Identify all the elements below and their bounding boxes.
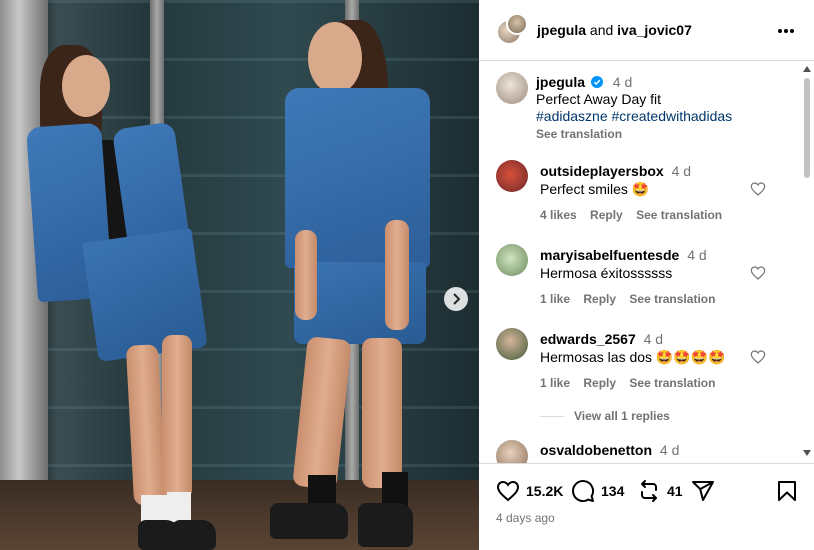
repost-count[interactable]: 41	[667, 483, 683, 499]
share-icon	[692, 481, 714, 501]
avatar[interactable]	[496, 244, 528, 276]
comment-text: Hermosa éxitossssss	[540, 265, 673, 281]
post-details-panel: jpegula and iva_jovic07 jpegula 4 d Perf…	[479, 0, 814, 550]
like-count[interactable]: 15.2K	[526, 483, 563, 499]
scroll-down-icon[interactable]	[803, 450, 811, 456]
avatar[interactable]	[496, 160, 528, 192]
caption-time[interactable]: 4 d	[613, 74, 632, 90]
caption-hashtags[interactable]: #adidaszne #createdwithadidas	[536, 108, 796, 125]
author-joiner: and	[589, 22, 614, 38]
next-image-button[interactable]	[444, 287, 468, 311]
comment-time[interactable]: 4 d	[660, 442, 679, 458]
view-replies-label: View all 1 replies	[574, 409, 670, 423]
post-date[interactable]: 4 days ago	[496, 511, 555, 525]
comment-text: Perfect smiles 🤩	[540, 181, 650, 197]
comment-time[interactable]: 4 d	[644, 331, 663, 347]
comments-scrollbar[interactable]	[802, 62, 812, 462]
comment-button[interactable]: 134	[571, 479, 624, 503]
comment-likes[interactable]: 1 like	[540, 292, 570, 306]
avatar[interactable]	[506, 13, 528, 35]
author-primary[interactable]: jpegula	[537, 22, 586, 38]
comment-username[interactable]: outsideplayersbox	[540, 163, 664, 179]
chevron-right-icon	[453, 293, 461, 305]
comment-username[interactable]: maryisabelfuentesde	[540, 247, 679, 263]
avatar[interactable]	[496, 328, 528, 360]
caption-username[interactable]: jpegula	[536, 74, 585, 90]
comment-likes[interactable]: 1 like	[540, 376, 570, 390]
verified-badge-icon	[590, 76, 603, 88]
post-authors: jpegula and iva_jovic07	[537, 22, 692, 38]
divider	[540, 415, 564, 417]
comment-count[interactable]: 134	[601, 483, 624, 499]
scroll-up-icon[interactable]	[803, 66, 811, 72]
avatar[interactable]	[496, 72, 528, 104]
repost-icon	[641, 480, 657, 502]
repost-button[interactable]: 41	[637, 479, 683, 503]
heart-icon[interactable]	[750, 265, 766, 281]
save-icon	[778, 481, 796, 501]
post-header: jpegula and iva_jovic07	[479, 0, 814, 61]
avatar[interactable]	[496, 440, 528, 463]
reply-button[interactable]: Reply	[583, 292, 616, 306]
person-right	[0, 0, 479, 550]
see-translation-link[interactable]: See translation	[629, 376, 715, 390]
author-secondary[interactable]: iva_jovic07	[617, 22, 692, 38]
reply-button[interactable]: Reply	[583, 376, 616, 390]
caption-text: Perfect Away Day fit	[536, 91, 662, 107]
share-button[interactable]	[691, 479, 715, 503]
comment-time[interactable]: 4 d	[672, 163, 691, 179]
scrollbar-thumb[interactable]	[804, 78, 810, 178]
see-translation-link[interactable]: See translation	[636, 208, 722, 222]
comment-icon	[572, 480, 595, 503]
comment-username[interactable]: edwards_2567	[540, 331, 636, 347]
heart-icon[interactable]	[750, 181, 766, 197]
see-translation-link[interactable]: See translation	[536, 126, 796, 143]
reply-button[interactable]: Reply	[590, 208, 623, 222]
post-photo	[0, 0, 479, 550]
comment-likes[interactable]: 4 likes	[540, 208, 577, 222]
comment-time[interactable]: 4 d	[687, 247, 706, 263]
post-actions: 15.2K 134 41 4 days ago	[479, 463, 814, 550]
heart-icon	[496, 480, 520, 502]
see-translation-link[interactable]: See translation	[629, 292, 715, 306]
comment-item: osvaldobenetton 4 d	[479, 440, 799, 463]
comment-username[interactable]: osvaldobenetton	[540, 442, 652, 458]
save-button[interactable]	[775, 479, 799, 503]
view-replies-button[interactable]: View all 1 replies	[540, 409, 670, 423]
heart-icon[interactable]	[750, 349, 766, 365]
more-icon[interactable]	[778, 29, 794, 33]
like-button[interactable]: 15.2K	[496, 479, 563, 503]
comment-text: Hermosas las dos 🤩🤩🤩🤩	[540, 349, 726, 365]
